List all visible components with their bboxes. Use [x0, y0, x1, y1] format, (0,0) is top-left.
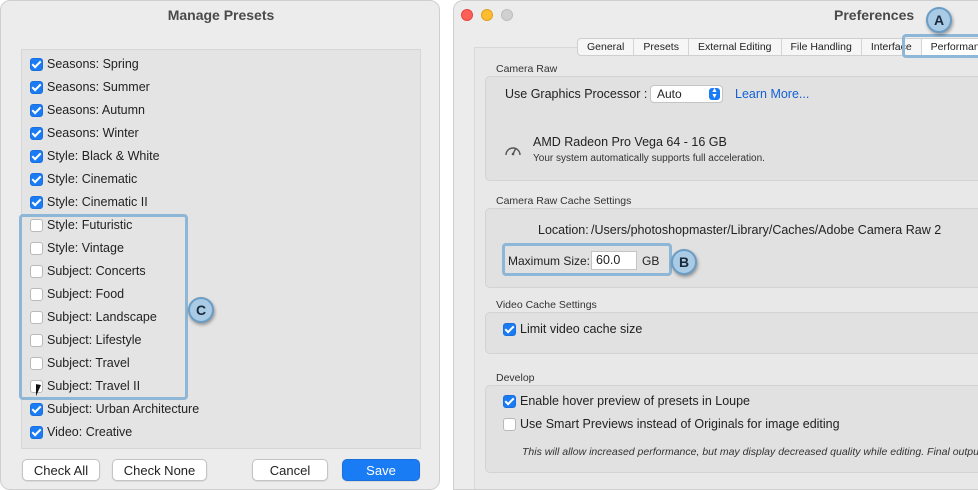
preset-item[interactable]: Style: Black & White — [30, 147, 160, 165]
manage-presets-dialog: Manage Presets Seasons: Spring Seasons: S… — [0, 0, 440, 490]
preset-checkbox[interactable] — [30, 80, 43, 94]
preset-checkbox[interactable] — [30, 57, 43, 71]
cancel-button[interactable]: Cancel — [252, 459, 328, 481]
gpu-select[interactable]: Auto ▲ ▼ — [650, 85, 723, 103]
preset-label: Style: Black & White — [47, 149, 160, 163]
learn-more-link[interactable]: Learn More... — [735, 87, 809, 101]
gpu-label: Use Graphics Processor : — [505, 87, 648, 101]
updown-chevron-icon: ▲ ▼ — [709, 87, 720, 100]
limit-video-cache-row[interactable]: Limit video cache size — [503, 322, 642, 336]
preset-item[interactable]: Style: Cinematic II — [30, 193, 148, 211]
preset-checkbox[interactable] — [30, 149, 43, 163]
preset-item[interactable]: Video: Creative — [30, 423, 132, 441]
cache-location-path: /Users/photoshopmaster/Library/Caches/Ad… — [591, 223, 942, 237]
smart-previews-note: This will allow increased performance, b… — [522, 446, 978, 458]
hover-preview-row[interactable]: Enable hover preview of presets in Loupe — [503, 394, 750, 408]
limit-video-cache-label: Limit video cache size — [520, 322, 643, 336]
tab-external-editing[interactable]: External Editing — [689, 39, 782, 55]
gpu-name: AMD Radeon Pro Vega 64 - 16 GB — [533, 135, 727, 149]
callout-highlight-c — [19, 214, 188, 400]
preset-checkbox[interactable] — [30, 103, 43, 117]
callout-highlight-b — [502, 243, 672, 276]
check-none-button[interactable]: Check None — [112, 459, 207, 481]
limit-video-cache-checkbox[interactable] — [503, 322, 516, 336]
mouse-pointer-icon — [36, 384, 46, 398]
hover-preview-label: Enable hover preview of presets in Loupe — [520, 394, 751, 408]
tab-general[interactable]: General — [578, 39, 635, 55]
preset-label: Subject: Urban Architecture — [47, 402, 200, 416]
preset-label: Video: Creative — [47, 425, 133, 439]
speedometer-icon — [505, 147, 521, 156]
preset-label: Style: Cinematic — [47, 172, 138, 186]
callout-badge-a: A — [926, 7, 952, 33]
tab-file-handling[interactable]: File Handling — [782, 39, 862, 55]
smart-previews-label: Use Smart Previews instead of Originals … — [520, 417, 840, 431]
dialog-title: Manage Presets — [167, 7, 275, 23]
zoom-window-button[interactable] — [501, 9, 513, 21]
cache-location-label: Location: — [538, 223, 589, 237]
check-all-button[interactable]: Check All — [22, 459, 100, 481]
video-cache-section-title: Video Cache Settings — [496, 299, 597, 311]
minimize-window-button[interactable] — [481, 9, 493, 21]
preset-label: Style: Cinematic II — [47, 195, 148, 209]
preset-checkbox[interactable] — [30, 172, 43, 186]
cache-section-title: Camera Raw Cache Settings — [496, 195, 632, 207]
preferences-window: Preferences General Presets External Edi… — [453, 0, 978, 490]
preset-item[interactable]: Seasons: Winter — [30, 124, 139, 142]
preset-checkbox[interactable] — [30, 195, 43, 209]
smart-previews-checkbox[interactable] — [503, 417, 516, 431]
preset-item[interactable]: Style: Cinematic — [30, 170, 137, 188]
preset-checkbox[interactable] — [30, 126, 43, 140]
preset-checkbox[interactable] — [30, 425, 43, 439]
preset-item[interactable]: Seasons: Spring — [30, 55, 139, 73]
callout-highlight-a — [902, 34, 978, 58]
preset-item[interactable]: Seasons: Summer — [30, 78, 150, 96]
preset-label: Seasons: Autumn — [47, 103, 145, 117]
window-title: Preferences — [834, 7, 915, 23]
callout-badge-b: B — [671, 249, 697, 275]
preset-checkbox[interactable] — [30, 402, 43, 416]
hover-preview-checkbox[interactable] — [503, 394, 516, 408]
gpu-select-value: Auto — [657, 87, 682, 101]
callout-badge-c: C — [188, 297, 214, 323]
preset-label: Seasons: Summer — [47, 80, 150, 94]
preset-label: Seasons: Spring — [47, 57, 139, 71]
save-button[interactable]: Save — [342, 459, 420, 481]
smart-previews-row[interactable]: Use Smart Previews instead of Originals … — [503, 417, 840, 431]
gpu-acceleration-note: Your system automatically supports full … — [533, 153, 765, 164]
preset-label: Seasons: Winter — [47, 126, 139, 140]
preset-item[interactable]: Subject: Urban Architecture — [30, 400, 199, 418]
close-window-button[interactable] — [461, 9, 473, 21]
develop-section-title: Develop — [496, 372, 535, 384]
camera-raw-section-title: Camera Raw — [496, 63, 558, 75]
preset-item[interactable]: Seasons: Autumn — [30, 101, 145, 119]
tab-presets[interactable]: Presets — [634, 39, 689, 55]
